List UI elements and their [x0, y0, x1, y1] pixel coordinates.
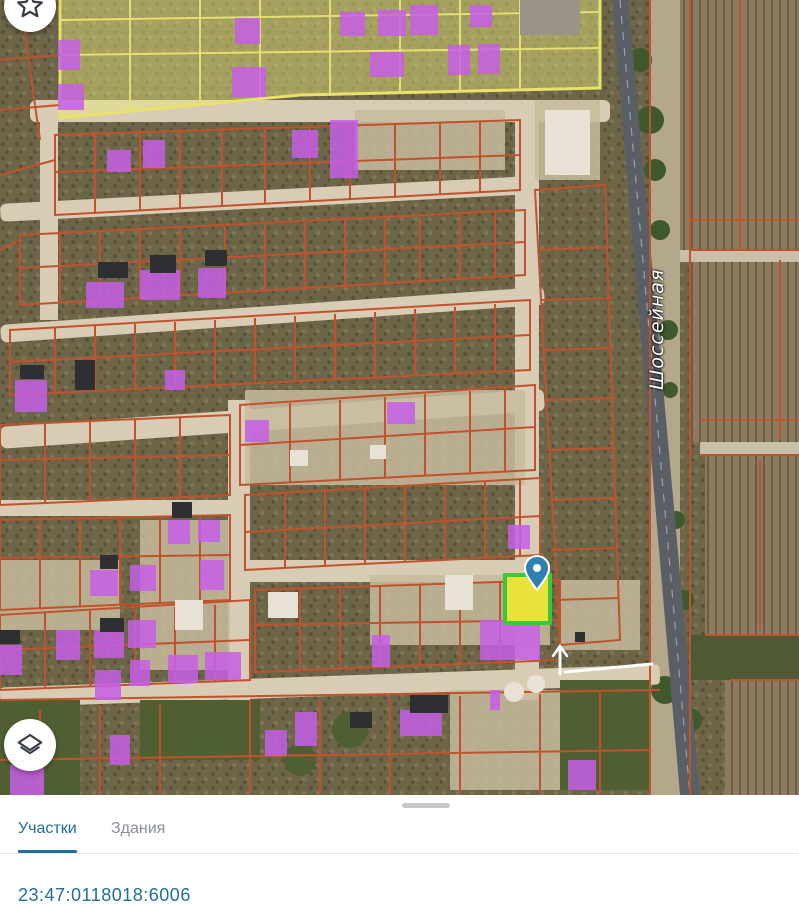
- street-label: Шоссейная: [646, 268, 668, 390]
- map-view[interactable]: Шоссейная: [0, 0, 799, 795]
- layers-button[interactable]: [4, 719, 56, 771]
- star-icon: [17, 0, 43, 18]
- layers-icon: [17, 733, 43, 755]
- bottom-sheet[interactable]: Участки Здания 23:47:0118018:6006: [0, 795, 799, 905]
- sheet-tabs: Участки Здания: [0, 813, 799, 854]
- tab-buildings[interactable]: Здания: [111, 817, 165, 853]
- cadastral-number[interactable]: 23:47:0118018:6006: [18, 885, 191, 906]
- satellite-map[interactable]: [0, 0, 799, 795]
- tab-plots[interactable]: Участки: [18, 817, 77, 853]
- sheet-grabber[interactable]: [402, 803, 450, 808]
